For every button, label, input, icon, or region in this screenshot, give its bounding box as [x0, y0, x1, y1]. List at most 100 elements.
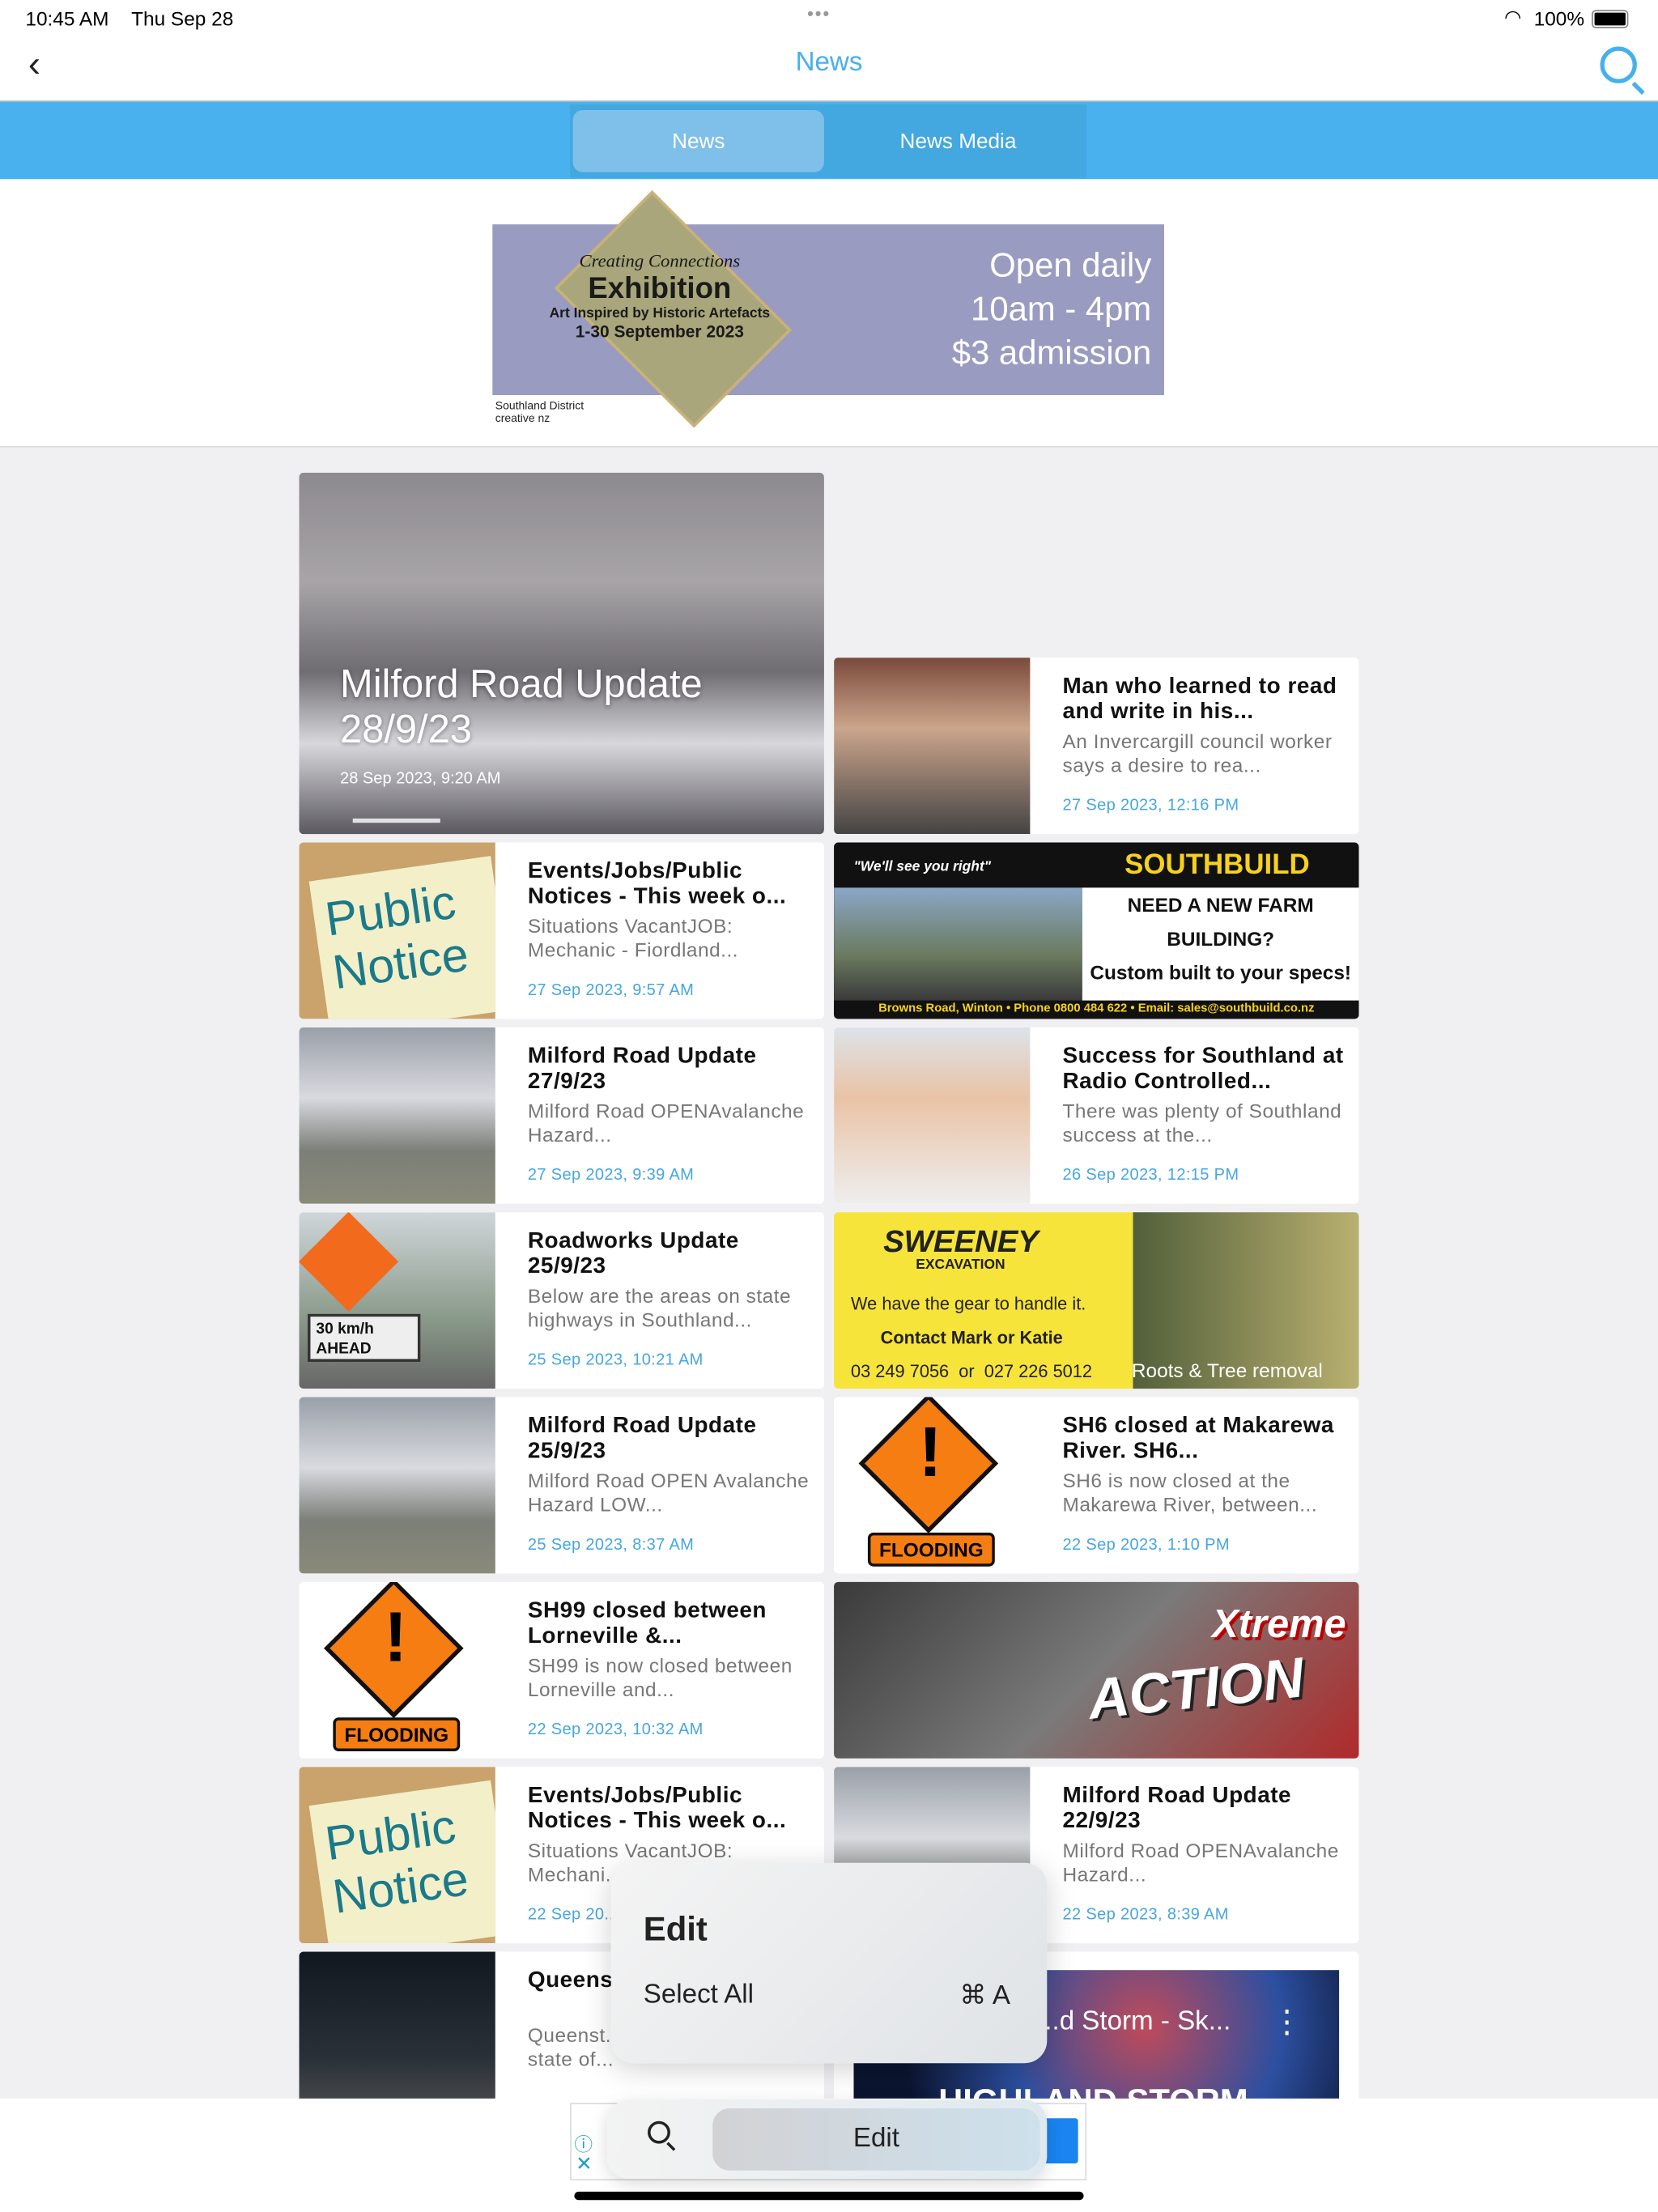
sweeney-ad[interactable]: SWEENEY EXCAVATION We have the gear to h…: [834, 1212, 1359, 1389]
news-title: Events/Jobs/Public Notices - This week o…: [527, 1784, 787, 1834]
news-summary: SH99 is now closed between Lorneville an…: [527, 1653, 793, 1701]
news-summary: There was plenty of Southland success at…: [1062, 1099, 1342, 1146]
ad-line1: We have the gear to handle it.: [851, 1294, 1086, 1314]
southbuild-ad[interactable]: "We'll see you right" SOUTHBUILD NEED A …: [834, 842, 1359, 1019]
exhibition-banner-ad[interactable]: Creating Connections Exhibition Art Insp…: [0, 179, 1658, 448]
news-summary: An Invercargill council worker says a de…: [1062, 730, 1333, 776]
ad-line2: Contact Mark or Katie: [880, 1328, 1063, 1348]
edit-button[interactable]: Edit: [712, 2108, 1040, 2171]
speed-sign-text: 30 km/h AHEAD: [307, 1313, 421, 1362]
select-all-shortcut: ⌘ A: [959, 1981, 1010, 2011]
edit-toolbar: Edit: [606, 2099, 1048, 2180]
news-title: Events/Jobs/Public Notices - This week o…: [527, 859, 787, 909]
ad-service: Roots & Tree removal: [1131, 1359, 1323, 1382]
news-date: 25 Sep 2023, 10:21 AM: [527, 1351, 704, 1369]
featured-news-card[interactable]: Milford Road Update 28/9/23 28 Sep 2023,…: [299, 472, 824, 835]
news-title: Roadworks Update 25/9/23: [527, 1229, 739, 1279]
news-date: 26 Sep 2023, 12:15 PM: [1062, 1167, 1239, 1185]
ad-image: [834, 887, 1082, 1001]
news-thumbnail: 30 km/h AHEAD: [299, 1212, 495, 1389]
segmented-control: News News Media: [570, 104, 1087, 178]
news-date: 25 Sep 2023, 8:37 AM: [527, 1537, 695, 1555]
status-time: 10:45 AM: [25, 6, 109, 30]
ad-text2: ACTION: [1085, 1647, 1307, 1732]
news-title: Milford Road Update 25/9/23: [527, 1414, 757, 1464]
news-date: 22 Sep 20...: [527, 1906, 619, 1924]
navigation-bar: 10:45 AM Thu Sep 28 ••• ◠ 100% ‹ News: [0, 0, 1658, 102]
news-date: 22 Sep 2023, 8:39 AM: [1062, 1906, 1229, 1924]
wifi-icon: ◠: [1504, 5, 1522, 28]
news-date: 27 Sep 2023, 12:16 PM: [1062, 797, 1239, 815]
xtreme-action-ad[interactable]: Xtreme ACTION: [834, 1581, 1359, 1759]
battery-level: 100%: [1533, 6, 1585, 30]
news-card[interactable]: Success for Southland at Radio Controlle…: [834, 1027, 1359, 1204]
news-thumbnail: ! FLOODING: [299, 1581, 495, 1759]
edit-menu: Edit Select All ⌘ A: [610, 1862, 1048, 2064]
banner-line3: Art Inspired by Historic Artefacts: [549, 306, 771, 322]
news-summary: Below are the areas on state highways in…: [527, 1284, 792, 1331]
featured-date: 28 Sep 2023, 9:20 AM: [340, 770, 501, 788]
news-date: 22 Sep 2023, 1:10 PM: [1062, 1537, 1230, 1555]
news-summary: Milford Road OPENAvalanche Hazard...: [527, 1099, 805, 1146]
news-card[interactable]: ! FLOODING SH99 closed between Lorneville …: [299, 1581, 824, 1759]
search-icon[interactable]: [1600, 46, 1645, 95]
news-card[interactable]: Man who learned to read and write in his…: [834, 657, 1359, 835]
page-title: News: [795, 48, 863, 78]
news-date: 22 Sep 2023, 10:32 AM: [527, 1721, 704, 1739]
news-title: Milford Road Update 27/9/23: [527, 1044, 757, 1094]
news-title: Man who learned to read and write in his…: [1062, 674, 1337, 725]
banner-right1: Open daily: [989, 247, 1152, 286]
ad-phone: 03 249 7056 or 027 226 5012: [851, 1361, 1093, 1382]
banner-right3: $3 admission: [951, 334, 1152, 373]
ad-close-icon[interactable]: ✕: [576, 2152, 592, 2176]
carousel-indicator: [352, 818, 440, 823]
news-title: Success for Southland at Radio Controlle…: [1062, 1044, 1344, 1094]
ad-brand: SOUTHBUILD: [1124, 849, 1310, 881]
ad-sub: EXCAVATION: [916, 1257, 1005, 1274]
home-indicator[interactable]: [574, 2191, 1084, 2201]
news-title: SH99 closed between Lorneville &...: [527, 1598, 767, 1648]
news-card[interactable]: Public Notice Events/Jobs/Public Notices -…: [299, 842, 824, 1019]
select-all-label: Select All: [643, 1980, 755, 2010]
banner-line4: 1-30 September 2023: [575, 321, 744, 342]
ad-headline: NEED A NEW FARM BUILDING?: [1127, 893, 1314, 951]
news-summary: Situations VacantJOB: Mechanic - Fiordla…: [527, 914, 739, 961]
more-options-icon[interactable]: ⋮: [1271, 2004, 1302, 2040]
featured-title: Milford Road Update 28/9/23: [340, 661, 703, 751]
battery-icon: [1592, 10, 1629, 28]
status-date: Thu Sep 28: [131, 6, 234, 30]
ad-footer: Browns Road, Winton • Phone 0800 484 622…: [834, 1000, 1359, 1019]
news-thumbnail: Public Notice: [299, 1767, 495, 1944]
edit-menu-title: Edit: [643, 1910, 708, 1950]
select-all-menu-item[interactable]: Select All ⌘ A: [611, 1973, 1048, 2021]
news-thumbnail: [299, 1027, 495, 1204]
news-thumbnail: [834, 1027, 1031, 1204]
news-thumbnail: Public Notice: [299, 842, 495, 1019]
news-card[interactable]: Milford Road Update 25/9/23 Milford Road …: [299, 1397, 824, 1574]
news-thumbnail: [834, 657, 1031, 835]
news-summary: Milford Road OPEN Avalanche Hazard LOW..…: [527, 1469, 810, 1516]
news-date: 27 Sep 2023, 9:57 AM: [527, 982, 695, 1000]
video-title: ...d Storm - Sk...: [1037, 2006, 1231, 2037]
multitasking-dots[interactable]: •••: [807, 2, 831, 23]
creative-nz-logo: Southland District creative nz: [495, 399, 585, 425]
news-card[interactable]: 30 km/h AHEAD Roadworks Update 25/9/23 Bel…: [299, 1212, 824, 1389]
ad-button[interactable]: [1044, 2118, 1078, 2163]
news-thumbnail: ! FLOODING: [834, 1397, 1031, 1574]
banner-line2: Exhibition: [588, 272, 732, 305]
tab-news[interactable]: News: [572, 109, 824, 172]
tab-news-media[interactable]: News Media: [832, 110, 1083, 172]
news-thumbnail: [299, 1397, 495, 1574]
news-title: Milford Road Update 22/9/23: [1062, 1784, 1292, 1834]
news-summary: SH6 is now closed at the Makarewa River,…: [1062, 1469, 1318, 1516]
search-icon[interactable]: [648, 2121, 676, 2151]
news-card[interactable]: ! FLOODING SH6 closed at Makarewa River. S…: [834, 1397, 1359, 1574]
ad-sub: Custom built to your specs!: [1090, 960, 1352, 984]
banner-right2: 10am - 4pm: [971, 291, 1152, 330]
news-card[interactable]: Milford Road Update 27/9/23 Milford Road …: [299, 1027, 824, 1204]
news-date: 27 Sep 2023, 9:39 AM: [527, 1167, 695, 1185]
news-summary: Milford Road OPENAvalanche Hazard...: [1062, 1839, 1339, 1886]
ad-text1: Xtreme: [1212, 1602, 1346, 1646]
banner-line1: Creating Connections: [579, 249, 741, 271]
news-title: SH6 closed at Makarewa River. SH6...: [1062, 1414, 1334, 1464]
